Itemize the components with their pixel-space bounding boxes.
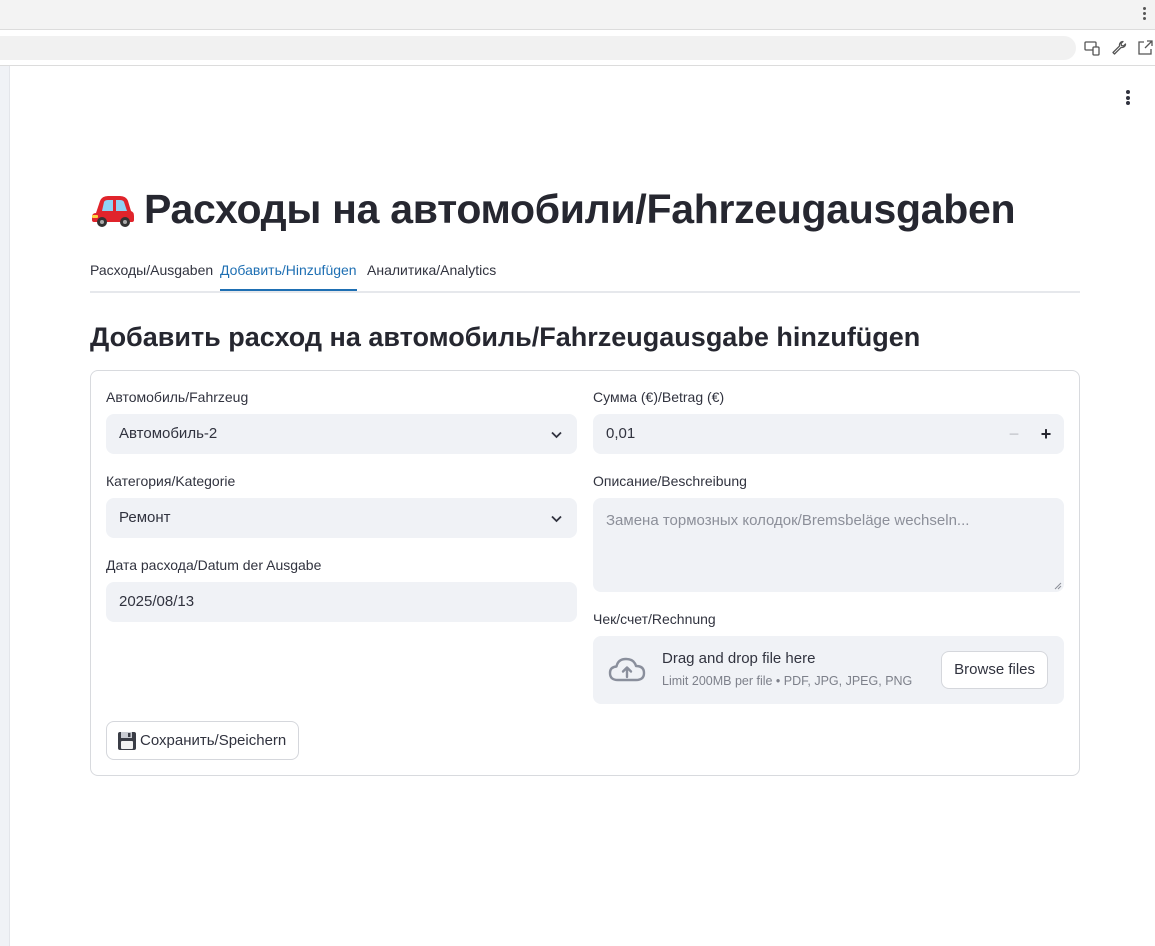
- date-label: Дата расхода/Datum der Ausgabe: [106, 557, 322, 573]
- vehicle-label: Автомобиль/Fahrzeug: [106, 389, 249, 405]
- category-select-value: Ремонт: [119, 509, 171, 526]
- category-select[interactable]: Ремонт: [106, 498, 577, 538]
- amount-value: 0,01: [606, 425, 636, 442]
- wrench-icon[interactable]: [1110, 39, 1128, 57]
- browser-menu-icon[interactable]: [1141, 6, 1147, 22]
- description-placeholder: Замена тормозных колодок/Bremsbeläge wec…: [606, 512, 970, 529]
- vehicle-select[interactable]: Автомобиль-2: [106, 414, 577, 454]
- browse-files-button[interactable]: Browse files: [941, 651, 1048, 689]
- tab-bar: Расходы/Ausgaben Добавить/Hinzufügen Ана…: [90, 250, 1080, 293]
- date-input[interactable]: 2025/08/13: [106, 582, 577, 622]
- cloud-upload-icon: [608, 657, 646, 682]
- chevron-down-icon: [551, 431, 562, 439]
- chevron-down-icon: [551, 515, 562, 523]
- amount-number-input[interactable]: 0,01 − +: [593, 414, 1064, 454]
- floppy-disk-icon: [118, 731, 136, 750]
- date-input-value: 2025/08/13: [119, 593, 195, 610]
- browser-toolbar: [0, 30, 1155, 66]
- tab-add[interactable]: Добавить/Hinzufügen: [220, 262, 357, 291]
- description-label: Описание/Beschreibung: [593, 473, 747, 489]
- receipt-label: Чек/счет/Rechnung: [593, 611, 716, 627]
- section-title: Добавить расход на автомобиль/Fahrzeugau…: [90, 322, 921, 352]
- vehicle-select-value: Автомобиль-2: [119, 425, 218, 442]
- drag-drop-text: Drag and drop file here: [662, 650, 816, 667]
- description-textarea[interactable]: Замена тормозных колодок/Bremsbeläge wec…: [593, 498, 1064, 592]
- open-external-icon[interactable]: [1136, 39, 1154, 57]
- page-title: Расходы на автомобили/Fahrzeugausgaben: [90, 180, 1080, 238]
- sidebar-collapsed-rail: [0, 66, 10, 946]
- save-button[interactable]: Сохранить/Speichern: [106, 721, 300, 760]
- device-toggle-icon[interactable]: [1083, 39, 1101, 57]
- tab-expenses[interactable]: Расходы/Ausgaben: [90, 262, 213, 289]
- amount-label: Сумма (€)/Betrag (€): [593, 389, 725, 405]
- browser-top-bar: [0, 0, 1155, 30]
- file-uploader-dropzone[interactable]: Drag and drop file here Limit 200MB per …: [593, 636, 1064, 704]
- save-button-label: Сохранить/Speichern: [140, 732, 287, 749]
- app-main-menu-icon[interactable]: [1123, 88, 1133, 106]
- tab-analytics[interactable]: Аналитика/Analytics: [367, 262, 496, 289]
- decrement-button[interactable]: −: [1004, 423, 1024, 445]
- increment-button[interactable]: +: [1036, 423, 1056, 445]
- expense-form: Автомобиль/Fahrzeug Автомобиль-2 Категор…: [90, 370, 1080, 776]
- resize-handle-icon[interactable]: [1054, 582, 1062, 590]
- address-bar[interactable]: [0, 36, 1076, 60]
- main-content: Расходы на автомобили/Fahrzeugausgaben Р…: [90, 180, 1080, 776]
- category-label: Категория/Kategorie: [106, 473, 236, 489]
- red-car-icon: [92, 196, 134, 227]
- upload-limit-text: Limit 200MB per file • PDF, JPG, JPEG, P…: [662, 674, 913, 688]
- page-title-text: Расходы на автомобили/Fahrzeugausgaben: [144, 185, 1016, 232]
